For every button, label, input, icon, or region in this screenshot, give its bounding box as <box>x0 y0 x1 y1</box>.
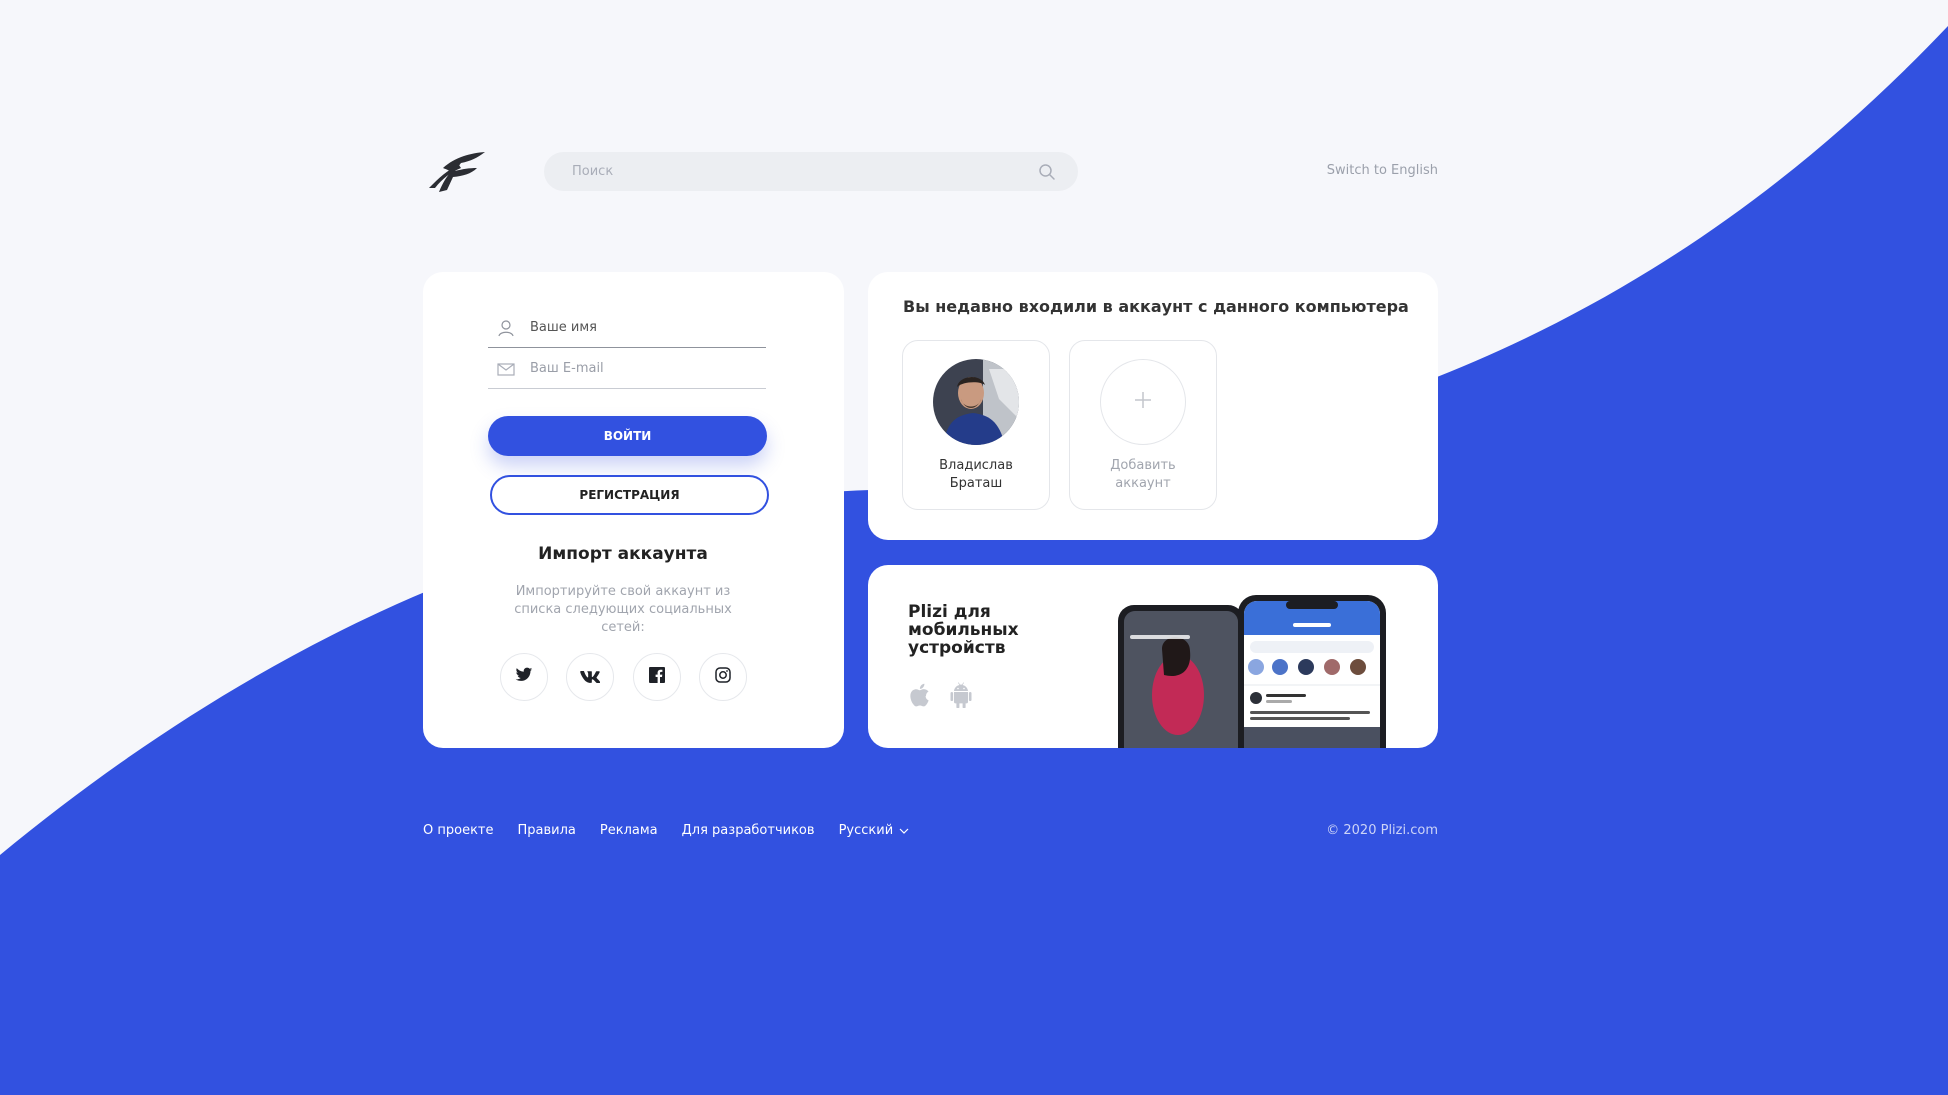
vk-icon <box>580 668 601 687</box>
plus-icon <box>1133 390 1153 414</box>
add-account-circle <box>1100 359 1186 445</box>
footer-links: О проекте Правила Реклама Для разработчи… <box>423 823 909 838</box>
account-tile[interactable]: Владислав Браташ <box>902 340 1050 510</box>
mobile-apps-title: Plizi для мобильных устройств <box>908 602 1019 658</box>
avatar <box>933 359 1019 445</box>
name-input[interactable] <box>530 320 766 335</box>
phones-illustration <box>1118 595 1418 748</box>
search-input[interactable] <box>572 164 1038 179</box>
footer-link-developers[interactable]: Для разработчиков <box>682 823 815 838</box>
footer-link-rules[interactable]: Правила <box>518 823 576 838</box>
footer-link-ads[interactable]: Реклама <box>600 823 658 838</box>
mail-icon <box>496 359 516 379</box>
name-field[interactable] <box>488 308 766 348</box>
search-icon[interactable] <box>1038 163 1056 181</box>
instagram-icon <box>715 667 731 687</box>
email-field[interactable] <box>488 349 766 389</box>
plizi-logo[interactable] <box>425 148 490 194</box>
apple-icon[interactable] <box>908 682 930 708</box>
login-button[interactable]: ВОЙТИ <box>488 416 767 456</box>
copyright: © 2020 Plizi.com <box>1326 823 1438 838</box>
mobile-apps-card: Plizi для мобильных устройств <box>868 565 1438 748</box>
twitter-icon <box>515 667 533 687</box>
import-title: Импорт аккаунта <box>538 544 708 564</box>
facebook-button[interactable] <box>633 653 681 701</box>
twitter-button[interactable] <box>500 653 548 701</box>
user-icon <box>496 318 516 338</box>
footer-link-about[interactable]: О проекте <box>423 823 494 838</box>
language-label: Русский <box>838 823 894 838</box>
chevron-down-icon <box>899 828 909 834</box>
android-icon[interactable] <box>950 682 972 708</box>
register-button[interactable]: РЕГИСТРАЦИЯ <box>490 475 769 515</box>
facebook-icon <box>649 667 665 687</box>
login-card: ВОЙТИ РЕГИСТРАЦИЯ Импорт аккаунта Импорт… <box>423 272 844 748</box>
language-selector[interactable]: Русский <box>839 823 910 838</box>
account-name: Владислав Браташ <box>939 458 1013 491</box>
add-account-label: Добавить аккаунт <box>1110 458 1176 491</box>
add-account-tile[interactable]: Добавить аккаунт <box>1069 340 1217 510</box>
recent-accounts-title: Вы недавно входили в аккаунт с данного к… <box>903 297 1409 316</box>
import-description: Импортируйте свой аккаунт из списка след… <box>514 584 732 635</box>
recent-accounts-card: Вы недавно входили в аккаунт с данного к… <box>868 272 1438 540</box>
instagram-button[interactable] <box>699 653 747 701</box>
vk-button[interactable] <box>566 653 614 701</box>
search-bar[interactable] <box>544 152 1078 191</box>
switch-language-link[interactable]: Switch to English <box>1300 163 1438 178</box>
email-input[interactable] <box>530 361 766 376</box>
